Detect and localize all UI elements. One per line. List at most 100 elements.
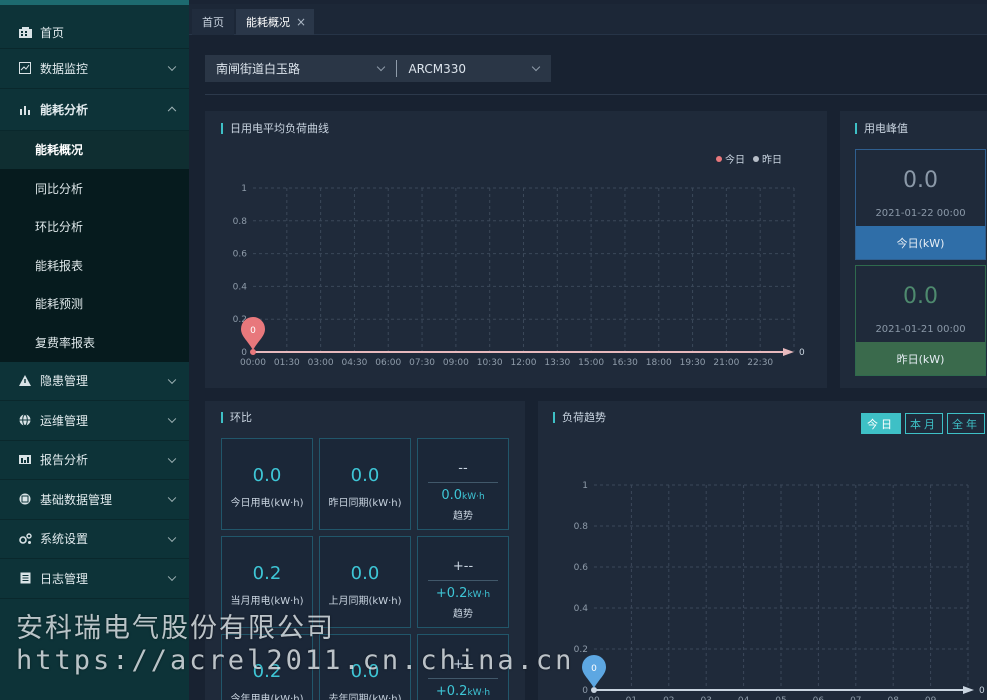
y-tick-label: 1 [582,481,588,491]
x-tick-label: 07:30 [409,358,435,368]
sidebar-item-label: 报告分析 [40,453,89,468]
sidebar-subitem-rate-report[interactable]: 复费率报表 [0,323,189,362]
data-point-marker-label: 0 [591,664,597,674]
tab-bar-top [189,0,987,4]
sidebar-item-report[interactable]: 报告分析 [0,441,189,480]
sidebar-item-energy-analysis[interactable]: 能耗分析 [0,89,189,131]
sidebar-item-label: 首页 [40,26,65,40]
sidebar-item-basic-data[interactable]: 基础数据管理 [0,480,189,520]
globe-icon [18,413,32,427]
ring-trend1-cell: -- 0.0kW·h 趋势 [417,438,509,530]
x-tick-label: 09:00 [443,358,469,368]
peak-yesterday-date: 2021-01-21 00:00 [875,324,966,335]
sidebar-subitem-energy-report[interactable]: 能耗报表 [0,246,189,285]
peak-today-date: 2021-01-22 00:00 [875,208,966,219]
sidebar-subitem-energy-overview[interactable]: 能耗概况 [0,130,189,169]
sidebar-item-hazard[interactable]: 隐患管理 [0,362,189,401]
chevron-up-icon [167,106,177,116]
y-tick-label: 0.8 [574,522,589,532]
chevron-down-icon [167,454,177,463]
device-select[interactable]: ARCM330 [397,55,551,82]
ring-trend1-divider [428,482,498,483]
x-tick-label: 03 [700,696,711,700]
ring-today-value: 0.0 [252,465,282,486]
peak-today-label: 今日(kW) [856,226,985,259]
x-tick-label: 06:00 [375,358,401,368]
ring-lastyear-label: 去年同期(kW·h) [328,694,402,700]
y-tick-label: 0 [241,348,247,358]
ring-trend3-value: +0.2 [435,684,468,699]
location-select[interactable]: 南闸街道白玉路 [205,55,396,82]
peak-title: 用电峰值 [855,123,908,134]
legend-today-label: 今日 [725,155,745,166]
location-select-value: 南闸街道白玉路 [216,62,301,76]
chevron-down-icon [167,414,177,424]
ring-today-cell: 0.0 今日用电(kW·h) [221,438,313,530]
sidebar-submenu: 能耗概况 同比分析 环比分析 能耗报表 能耗预测 复费率报表 [0,130,189,362]
x-tick-label: 01 [626,696,637,700]
ring-trend2-cell: +-- +0.2kW·h 趋势 [417,536,509,628]
sidebar-item-home[interactable]: 首页 [0,5,189,49]
filter-divider-line [205,94,987,95]
tab-home[interactable]: 首页 [192,9,234,35]
sidebar-item-log[interactable]: 日志管理 [0,559,189,599]
ring-trend3-value-wrap: +0.2kW·h [418,684,508,699]
trend-today-button[interactable]: 今日 [861,413,901,434]
ring-yday-value: 0.0 [350,465,380,486]
x-tick-label: 09 [925,696,937,700]
ring-yday-label: 昨日同期(kW·h) [328,498,402,509]
data-point-marker-label: 0 [250,326,256,336]
chevron-down-icon [531,62,541,72]
tab-energy-overview[interactable]: 能耗概况 × [236,9,315,35]
chevron-down-icon [167,62,177,72]
watermark-url: https://acrel2011.cn.china.cn [16,645,575,676]
sidebar: 首页 数据监控 能耗分析 能耗概况 同比分析 环比分析 能耗报表 能耗预测 复费… [0,0,189,700]
database-icon [18,492,32,506]
sidebar-item-ops[interactable]: 运维管理 [0,401,189,441]
y-tick-label: 0.8 [233,217,248,227]
x-tick-label: 04:30 [341,358,367,368]
ring-lastmonth-label: 上月同期(kW·h) [328,596,402,607]
load-curve-title: 日用电平均负荷曲线 [221,123,329,134]
load-curve-legend[interactable]: 今日 昨日 [716,151,782,166]
sidebar-item-data-monitor[interactable]: 数据监控 [0,49,189,89]
x-tick-label: 13:30 [544,358,570,368]
x-tick-label: 03:00 [308,358,334,368]
chevron-down-icon [167,493,177,503]
home-icon [18,26,32,40]
x-tick-label: 02 [663,696,674,700]
legend-today-dot [716,155,722,162]
sidebar-item-system[interactable]: 系统设置 [0,520,189,559]
ring-trend2-value: +0.2 [435,586,468,601]
x-tick-label: 18:00 [646,358,672,368]
device-select-value: ARCM330 [408,61,467,76]
sidebar-subitem-mom[interactable]: 环比分析 [0,208,189,247]
sidebar-menu: 首页 数据监控 能耗分析 能耗概况 同比分析 环比分析 能耗报表 能耗预测 复费… [0,5,189,599]
close-icon[interactable]: × [296,15,306,29]
chevron-down-icon [167,375,177,384]
sidebar-item-label: 数据监控 [40,61,89,76]
ring-title: 环比 [221,412,252,423]
x-tick-label: 06 [813,696,825,700]
trend-month-button[interactable]: 本月 [905,413,943,434]
ring-trend1-value: 0.0 [441,488,462,503]
x-tick-label: 16:30 [612,358,638,368]
ring-trend2-unit: kW·h [467,590,491,600]
ring-trend2-value-wrap: +0.2kW·h [418,586,508,601]
trend-year-button[interactable]: 全年 [947,413,985,434]
y-tick-label: 0.6 [233,250,248,260]
x-tick-label: 01:30 [274,358,300,368]
ring-today-label: 今日用电(kW·h) [230,498,304,509]
sidebar-item-label: 隐患管理 [40,374,89,389]
y-tick-label: 0 [582,686,588,696]
trend-title: 负荷趋势 [553,412,606,423]
x-tick-label: 00:00 [240,358,266,368]
sidebar-subitem-energy-forecast[interactable]: 能耗预测 [0,285,189,324]
monitor-icon [18,61,32,75]
peak-yesterday-label: 昨日(kW) [856,342,985,375]
peak-yesterday-value: 0.0 [903,284,938,309]
x-tick-label: 12:00 [511,358,537,368]
sidebar-subitem-yoy[interactable]: 同比分析 [0,169,189,208]
ring-year-label: 今年用电(kW·h) [230,694,304,700]
ring-trend1-label: 趋势 [453,511,473,522]
